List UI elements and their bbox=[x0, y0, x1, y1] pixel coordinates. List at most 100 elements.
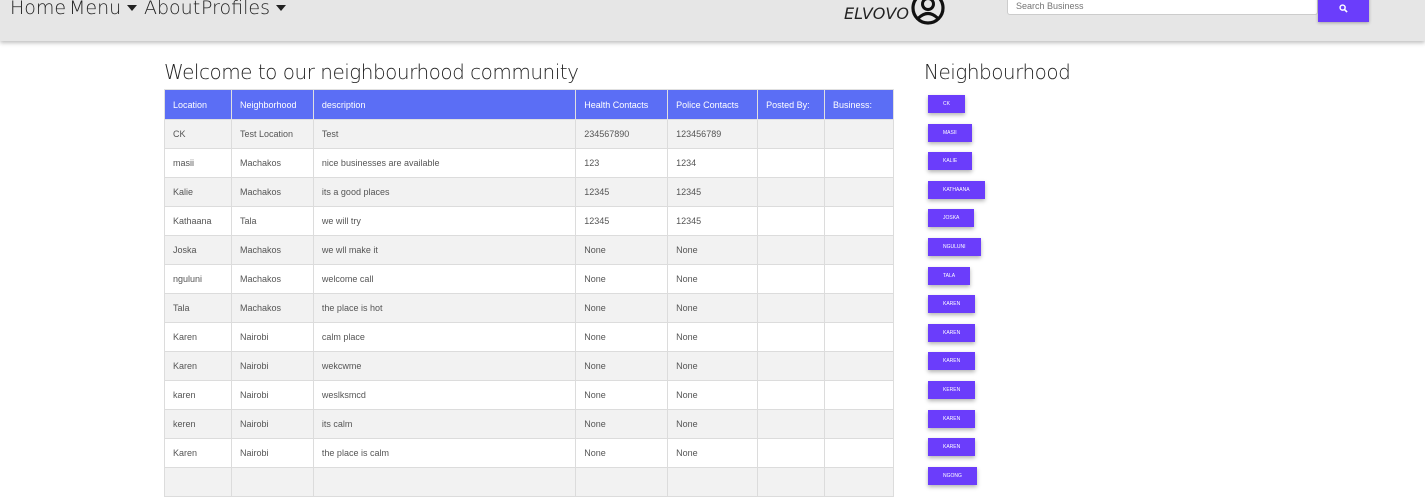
neighbourhood-button[interactable]: Karen bbox=[928, 323, 976, 342]
cell-posted-by bbox=[757, 119, 825, 149]
neighbourhood-button[interactable]: ngong bbox=[928, 466, 977, 485]
cell-description: welcome call bbox=[312, 264, 577, 294]
cell-business bbox=[823, 264, 895, 294]
neighbourhood-button[interactable]: CK bbox=[928, 95, 965, 113]
cell-police-contacts: None bbox=[667, 409, 759, 439]
cell-posted-by bbox=[757, 322, 825, 352]
cell-location: nguluni bbox=[164, 264, 232, 294]
cell-neighborhood: Machakos bbox=[230, 264, 314, 294]
navbar: Home Menu About Profiles ELVOVO bbox=[0, 0, 1425, 41]
cell-description: its a good places bbox=[312, 177, 577, 207]
search-input[interactable] bbox=[1007, 0, 1318, 15]
column-header-description: description bbox=[312, 89, 577, 120]
cell-location: Joska bbox=[164, 235, 232, 265]
cell-posted-by bbox=[757, 438, 825, 468]
cell-posted-by bbox=[757, 235, 825, 265]
cell-business bbox=[823, 119, 895, 149]
neighbourhood-button[interactable]: karen bbox=[928, 352, 976, 371]
page-title: Welcome to our neighbourhood community bbox=[164, 60, 579, 84]
column-header-posted-by: Posted By: bbox=[757, 89, 825, 120]
neighbourhood-button[interactable]: keren bbox=[928, 380, 976, 399]
cell-location: Kalie bbox=[164, 177, 232, 207]
nav-profiles-dropdown[interactable]: Profiles bbox=[201, 0, 286, 19]
cell-business bbox=[823, 293, 895, 323]
chevron-down-icon bbox=[275, 5, 286, 11]
column-header-police-contacts: Police Contacts bbox=[667, 89, 759, 120]
cell-description: the place is hot bbox=[312, 293, 577, 323]
neighbourhood-button[interactable]: Karen bbox=[928, 409, 976, 428]
nav-home-link[interactable]: Home bbox=[10, 0, 66, 19]
cell-posted-by bbox=[757, 467, 825, 497]
table-body: CK Test Location Test 234567890 123456789 mas… bbox=[164, 119, 895, 497]
cell-health-contacts: None bbox=[575, 293, 669, 323]
cell-police-contacts: None bbox=[667, 235, 759, 265]
cell-business bbox=[823, 322, 895, 352]
cell-police-contacts: 123456789 bbox=[667, 119, 759, 149]
cell-health-contacts bbox=[575, 467, 669, 497]
cell-location: karen bbox=[164, 380, 232, 410]
table-row: keren Nairobi its calm None None bbox=[164, 409, 895, 439]
cell-neighborhood: Nairobi bbox=[230, 380, 314, 410]
cell-location: Tala bbox=[164, 293, 232, 323]
cell-business bbox=[823, 177, 895, 207]
cell-location: masii bbox=[164, 148, 232, 178]
cell-posted-by bbox=[757, 293, 825, 323]
cell-neighborhood: Tala bbox=[230, 206, 314, 236]
neighbourhood-button[interactable]: Joska bbox=[928, 209, 975, 228]
cell-health-contacts: 12345 bbox=[575, 177, 669, 207]
cell-description: nice businesses are available bbox=[312, 148, 577, 178]
cell-police-contacts: 1234 bbox=[667, 148, 759, 178]
cell-business bbox=[823, 148, 895, 178]
neighbourhood-button[interactable]: Kathaana bbox=[928, 180, 985, 199]
user-circle-icon[interactable] bbox=[910, 0, 946, 26]
cell-posted-by bbox=[757, 206, 825, 236]
search-button[interactable] bbox=[1318, 0, 1369, 22]
table-row: Karen Nairobi wekcwme None None bbox=[164, 351, 895, 381]
cell-health-contacts: None bbox=[575, 322, 669, 352]
cell-health-contacts: None bbox=[575, 409, 669, 439]
table-row: Kathaana Tala we will try 12345 12345 bbox=[164, 206, 895, 236]
neighbourhood-button[interactable]: nguluni bbox=[928, 237, 981, 256]
cell-neighborhood: Nairobi bbox=[230, 351, 314, 381]
cell-neighborhood: Nairobi bbox=[230, 438, 314, 468]
cell-police-contacts: None bbox=[667, 351, 759, 381]
cell-description: we will try bbox=[312, 206, 577, 236]
table-row: Joska Machakos we wll make it None None bbox=[164, 235, 895, 265]
contacts-table: Location Neighborhood description Health Co… bbox=[164, 89, 895, 497]
table-row: Karen Nairobi the place is calm None None bbox=[164, 438, 895, 468]
table-row: CK Test Location Test 234567890 123456789 bbox=[164, 119, 895, 149]
cell-business bbox=[823, 235, 895, 265]
cell-posted-by bbox=[757, 148, 825, 178]
cell-description: its calm bbox=[312, 409, 577, 439]
neighbourhood-list: CK masii Kalie Kathaana Joska nguluni Tala Kare… bbox=[928, 95, 985, 495]
column-header-location: Location bbox=[164, 89, 232, 120]
neighbourhood-button[interactable]: Tala bbox=[928, 266, 971, 285]
cell-posted-by bbox=[757, 177, 825, 207]
neighbourhood-button[interactable]: Kalie bbox=[928, 152, 973, 171]
cell-police-contacts: None bbox=[667, 293, 759, 323]
cell-location: Karen bbox=[164, 351, 232, 381]
cell-description: calm place bbox=[312, 322, 577, 352]
cell-business bbox=[823, 409, 895, 439]
chevron-down-icon bbox=[127, 5, 138, 11]
cell-police-contacts bbox=[667, 467, 759, 497]
cell-description: we wll make it bbox=[312, 235, 577, 265]
cell-posted-by bbox=[757, 380, 825, 410]
nav-menu-label: Menu bbox=[69, 0, 122, 19]
cell-health-contacts: None bbox=[575, 380, 669, 410]
brand-name[interactable]: ELVOVO bbox=[844, 4, 909, 23]
neighbourhood-button[interactable]: Karen bbox=[928, 438, 976, 457]
table-row: masii Machakos nice businesses are availab… bbox=[164, 148, 895, 178]
neighbourhood-button[interactable]: masii bbox=[928, 123, 972, 142]
nav-menu-dropdown[interactable]: Menu bbox=[69, 0, 138, 19]
nav-about-link[interactable]: About bbox=[144, 0, 200, 19]
neighbourhood-button[interactable]: Karen bbox=[928, 295, 976, 314]
cell-police-contacts: None bbox=[667, 380, 759, 410]
cell-neighborhood: Machakos bbox=[230, 148, 314, 178]
cell-neighborhood: Machakos bbox=[230, 235, 314, 265]
sidebar-title: Neighbourhood bbox=[924, 60, 1071, 84]
table-row: Karen Nairobi calm place None None bbox=[164, 322, 895, 352]
cell-neighborhood bbox=[230, 467, 314, 497]
table-row: nguluni Machakos welcome call None None bbox=[164, 264, 895, 294]
cell-posted-by bbox=[757, 264, 825, 294]
